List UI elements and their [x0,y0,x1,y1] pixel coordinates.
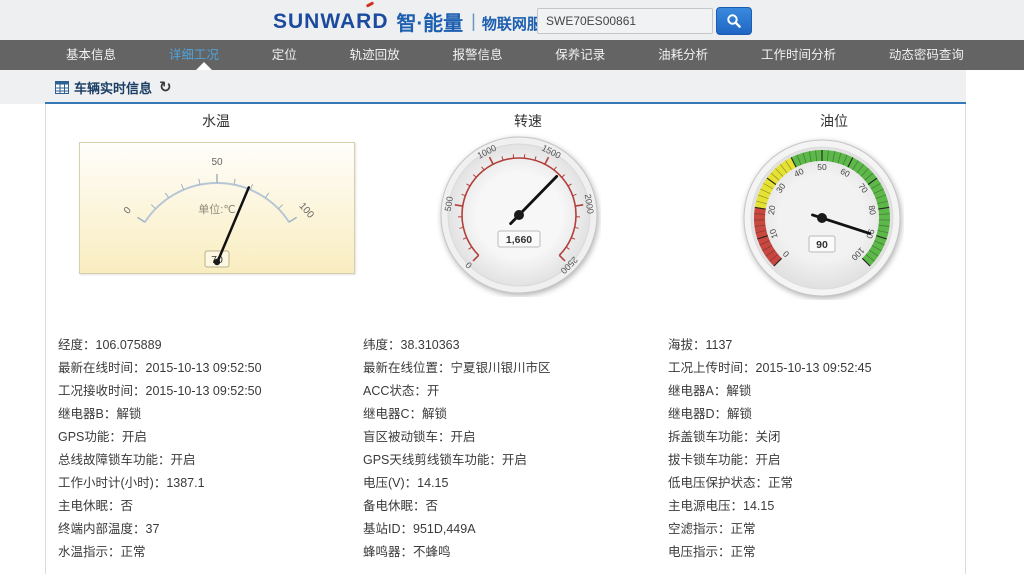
gauge-title-oil-level: 油位 [820,111,848,131]
info-item: 备电休眠：否 [363,495,656,518]
info-item: 最新在线位置：宁夏银川银川市区 [363,357,656,380]
nav-tab-6[interactable]: 保养记录 [555,40,605,70]
gauge-title-water-temp: 水温 [202,111,230,131]
info-item: 空滤指示：正常 [668,518,961,541]
content-card: 水温 转速 油位 050100单位:℃70 050010001500200025… [45,104,966,574]
search-input[interactable] [537,8,713,34]
info-item: 继电器C：解锁 [363,403,656,426]
nav-tab-4[interactable]: 轨迹回放 [350,40,400,70]
brand-divider: | [471,11,476,32]
info-item: 水温指示：正常 [58,541,351,564]
info-item: 电压指示：正常 [668,541,961,564]
nav-tab-1[interactable]: 基本信息 [66,40,116,70]
info-item: 盲区被动锁车：开启 [363,426,656,449]
svg-text:20: 20 [766,204,777,215]
section-title: 车辆实时信息 [74,78,152,97]
info-item: ACC状态：开 [363,380,656,403]
info-item: 海拔：1137 [668,334,961,357]
section-strip: 车辆实时信息 ↻ [0,70,966,104]
info-item: 经度：106.075889 [58,334,351,357]
info-column-2: 纬度：38.310363最新在线位置：宁夏银川银川市区ACC状态：开继电器C：解… [351,334,656,564]
info-item: 电压(V)：14.15 [363,472,656,495]
info-grid: 经度：106.075889最新在线时间：2015-10-13 09:52:50工… [46,334,967,564]
info-item: 工况接收时间：2015-10-13 09:52:50 [58,380,351,403]
page: SUNWARD 智·能量 | 物联网服务平台 基本信息详细工况定位轨迹回放报警信… [0,0,1024,574]
refresh-icon[interactable]: ↻ [159,81,172,95]
search-button[interactable] [716,7,752,35]
main-nav: 基本信息详细工况定位轨迹回放报警信息保养记录油耗分析工作时间分析动态密码查询 [0,40,1024,70]
rpm-gauge: 050010001500200025001,660 [437,133,601,297]
water-temp-gauge: 050100单位:℃70 [79,142,355,274]
svg-text:50: 50 [211,157,223,168]
brand-logo: SUNWARD [273,10,389,34]
nav-tab-8[interactable]: 工作时间分析 [761,40,836,70]
info-item: 纬度：38.310363 [363,334,656,357]
info-item: 继电器D：解锁 [668,403,961,426]
brand-accent-mark [366,3,375,10]
info-item: 终端内部温度：37 [58,518,351,541]
info-column-1: 经度：106.075889最新在线时间：2015-10-13 09:52:50工… [46,334,351,564]
info-item: GPS功能：开启 [58,426,351,449]
info-item: 拆盖锁车功能：关闭 [668,426,961,449]
svg-text:100: 100 [296,201,316,221]
nav-tab-3[interactable]: 定位 [272,40,297,70]
info-item: 工况上传时间：2015-10-13 09:52:45 [668,357,961,380]
info-item: 总线故障锁车功能：开启 [58,449,351,472]
info-item: 工作小时计(小时)：1387.1 [58,472,351,495]
table-icon [55,81,69,94]
info-item: GPS天线剪线锁车功能：开启 [363,449,656,472]
info-item: 低电压保护状态：正常 [668,472,961,495]
info-item: 继电器B：解锁 [58,403,351,426]
top-header: SUNWARD 智·能量 | 物联网服务平台 [0,0,1024,40]
brand-chinese: 智·能量 [397,7,464,36]
oil-level-gauge: 010203040506070809010090 [740,136,904,300]
svg-text:50: 50 [817,162,827,172]
nav-tab-7[interactable]: 油耗分析 [658,40,708,70]
svg-text:1,660: 1,660 [506,234,532,246]
info-column-3: 海拔：1137工况上传时间：2015-10-13 09:52:45继电器A：解锁… [656,334,961,564]
info-item: 拔卡锁车功能：开启 [668,449,961,472]
search-box [537,7,752,35]
svg-text:单位:℃: 单位:℃ [198,202,235,216]
svg-text:90: 90 [816,239,828,251]
info-item: 最新在线时间：2015-10-13 09:52:50 [58,357,351,380]
gauge-title-rpm: 转速 [514,111,542,131]
info-item: 继电器A：解锁 [668,380,961,403]
nav-tab-9[interactable]: 动态密码查询 [889,40,964,70]
info-item: 主电休眠：否 [58,495,351,518]
info-item: 基站ID：951D,449A [363,518,656,541]
svg-text:0: 0 [122,205,134,217]
info-item: 主电源电压：14.15 [668,495,961,518]
nav-tab-5[interactable]: 报警信息 [452,40,502,70]
svg-text:80: 80 [867,205,878,216]
search-icon [726,13,742,29]
active-tab-pointer [196,62,212,70]
info-item: 蜂鸣器：不蜂鸣 [363,541,656,564]
